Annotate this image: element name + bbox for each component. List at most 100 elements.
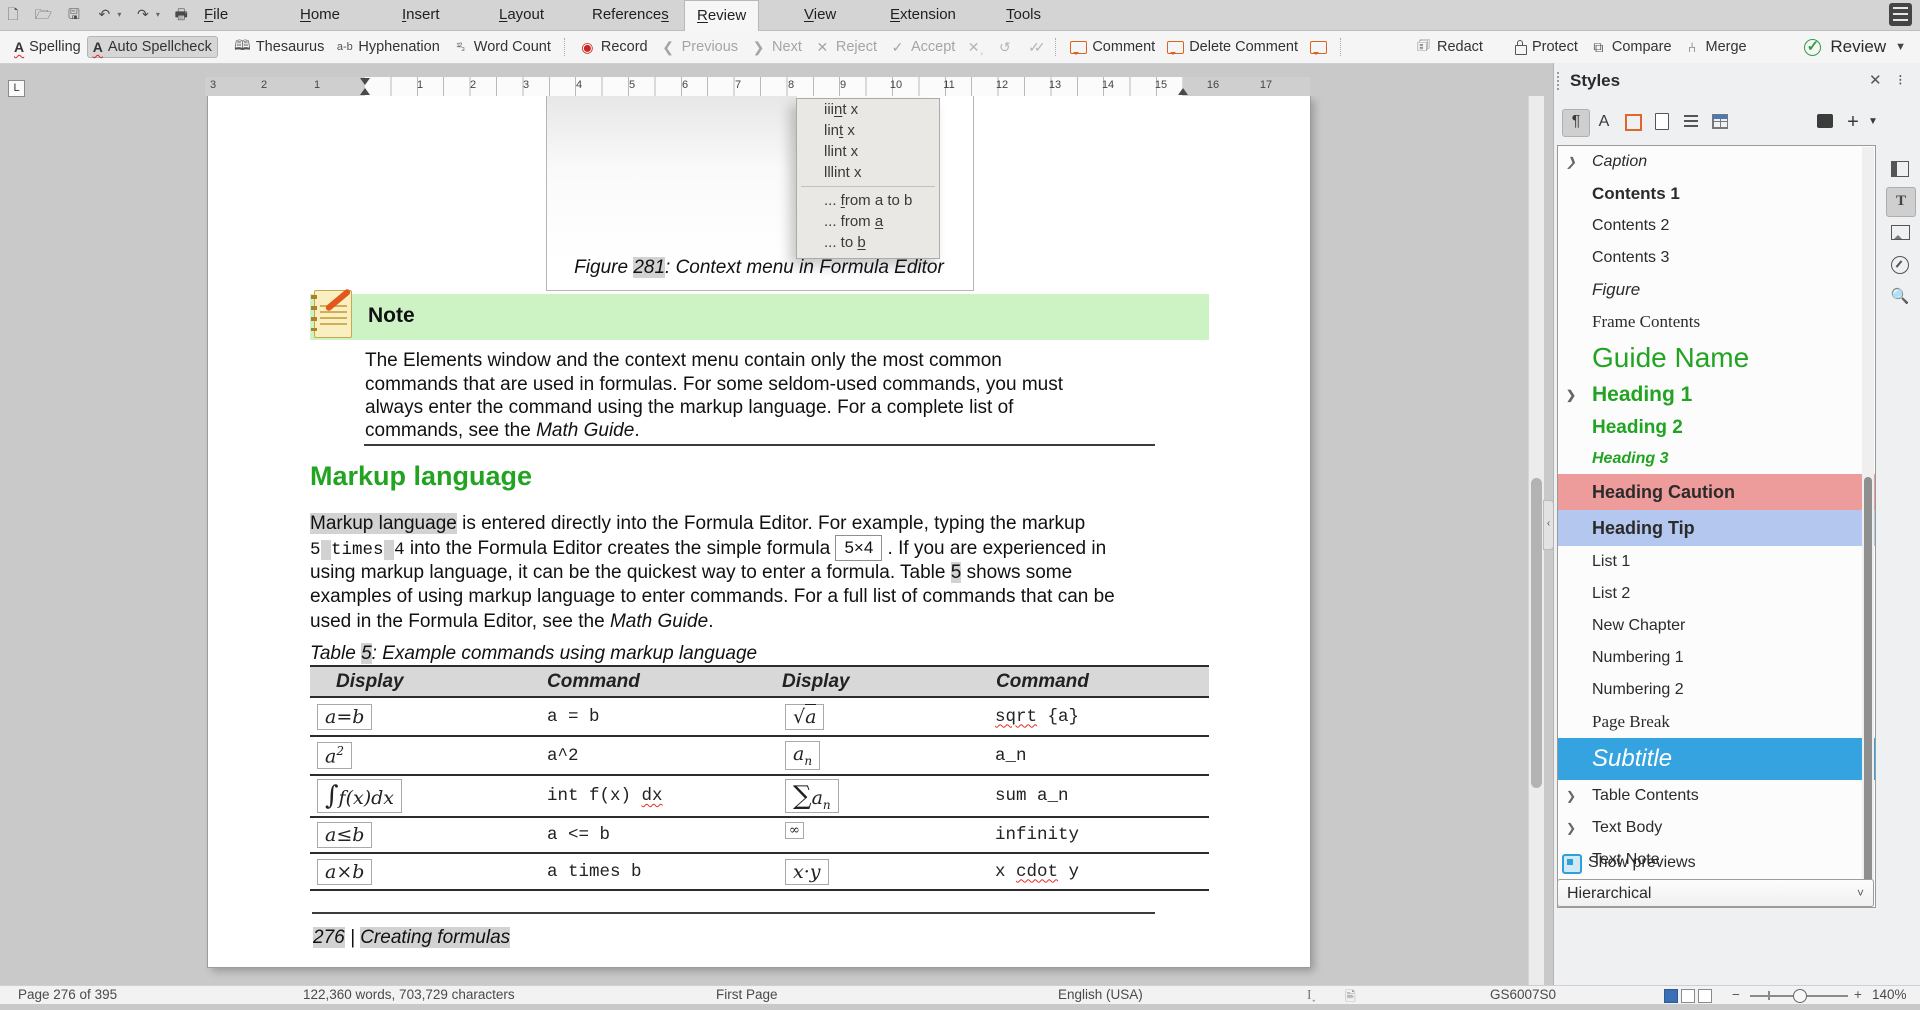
styles-list-scrollbar[interactable] (1862, 147, 1874, 906)
frame-styles-button[interactable] (1620, 109, 1646, 135)
first-line-indent-marker[interactable] (360, 78, 370, 85)
style-item-heading-3[interactable]: Heading 3 (1558, 444, 1875, 474)
expander-icon[interactable]: ❯ (1566, 780, 1576, 812)
table-styles-button[interactable] (1707, 109, 1733, 135)
tab-home[interactable]: Home (288, 0, 352, 30)
redo-icon[interactable]: ↷ (133, 4, 153, 24)
panel-menu-icon[interactable]: ⁝ (1898, 71, 1902, 89)
style-item-frame-contents[interactable]: Frame Contents (1558, 306, 1875, 338)
show-comments-button[interactable] (1304, 38, 1333, 57)
zoom-slider-thumb[interactable] (1793, 989, 1807, 1003)
right-indent-marker[interactable] (1178, 88, 1188, 95)
new-document-icon[interactable]: 🗋 (3, 4, 23, 24)
menubar-toggle-icon[interactable] (1889, 3, 1912, 26)
hyphenation-button[interactable]: a‑b Hyphenation (330, 36, 445, 58)
checkbox-checked-icon[interactable] (1562, 854, 1582, 874)
document-canvas[interactable]: iiint x lint x llint x lllint x ... from… (205, 96, 1525, 985)
protect-button[interactable]: Protect (1509, 36, 1584, 58)
style-item-page-break[interactable]: Page Break (1558, 706, 1875, 738)
paragraph-styles-button[interactable]: ¶ (1562, 109, 1590, 137)
insert-comment-button[interactable]: Comment (1064, 36, 1161, 58)
compare-button[interactable]: ⧉ Compare (1584, 36, 1678, 59)
multi-page-view-icon[interactable] (1681, 989, 1695, 1003)
zoom-out-icon[interactable]: − (1732, 987, 1740, 1002)
insert-mode-icon[interactable]: I˯ (1307, 987, 1316, 1003)
style-item-list-1[interactable]: List 1 (1558, 546, 1875, 578)
style-item-contents-2[interactable]: Contents 2 (1558, 210, 1875, 242)
tab-stop-selector[interactable]: L (8, 80, 25, 97)
notebookbar-mode-label[interactable]: Review (1830, 37, 1886, 57)
zoom-level-field[interactable]: 140% (1872, 987, 1907, 1002)
character-styles-button[interactable]: A (1591, 109, 1617, 135)
style-item-subtitle-selected[interactable]: Subtitle (1558, 738, 1875, 780)
tab-file[interactable]: File (192, 0, 240, 30)
style-item-figure[interactable]: Figure (1558, 274, 1875, 306)
formula-object[interactable]: a×b (317, 859, 372, 885)
sidebar-gallery-icon[interactable] (1886, 219, 1914, 247)
style-item-caption[interactable]: ❯Caption (1558, 146, 1875, 178)
language-field[interactable]: English (USA) (1058, 987, 1143, 1002)
style-item-heading-caution[interactable]: Heading Caution (1558, 474, 1875, 510)
style-item-guide-name[interactable]: Guide Name (1558, 338, 1875, 378)
tab-extension[interactable]: Extension (878, 0, 968, 30)
previous-change-button[interactable]: ❮ Previous (654, 36, 744, 59)
style-filter-dropdown[interactable]: Hierarchical ˅ (1557, 879, 1874, 907)
horizontal-ruler[interactable]: 3 2 1 1 2 3 4 5 6 7 8 9 10 11 12 13 14 1… (205, 77, 1310, 96)
formula-object[interactable]: ∑an (785, 779, 839, 814)
tab-review[interactable]: Review (684, 0, 759, 31)
save-icon[interactable]: 🖫 (64, 4, 84, 24)
tab-references[interactable]: References (580, 0, 681, 30)
delete-comment-button[interactable]: Delete Comment (1161, 36, 1304, 58)
undo-dropdown-icon[interactable]: ▾ (117, 10, 125, 19)
left-indent-marker[interactable] (360, 88, 370, 95)
sidebar-style-inspector-icon[interactable]: 🔍 (1886, 283, 1914, 311)
tab-view[interactable]: View (792, 0, 848, 30)
book-view-icon[interactable] (1698, 989, 1712, 1003)
formula-object[interactable]: ∫f(x)dx (317, 779, 402, 813)
formula-object[interactable]: x·y (785, 859, 829, 885)
page-count-field[interactable]: Page 276 of 395 (18, 987, 117, 1002)
style-item-list-2[interactable]: List 2 (1558, 578, 1875, 610)
style-item-numbering-2[interactable]: Numbering 2 (1558, 674, 1875, 706)
sidebar-styles-icon[interactable]: T (1886, 187, 1916, 217)
style-item-numbering-1[interactable]: Numbering 1 (1558, 642, 1875, 674)
tab-layout[interactable]: Layout (487, 0, 556, 30)
style-item-contents-3[interactable]: Contents 3 (1558, 242, 1875, 274)
accept-all-button[interactable]: ✓✓ (1019, 36, 1048, 59)
style-item-text-body[interactable]: ❯Text Body (1558, 812, 1875, 844)
formula-object[interactable]: a2 (317, 742, 352, 769)
single-page-view-icon[interactable] (1664, 989, 1678, 1003)
expander-icon[interactable]: ❯ (1566, 146, 1576, 178)
record-changes-button[interactable]: ◉ Record (573, 36, 654, 59)
signature-field[interactable]: GS6007S0 (1490, 987, 1556, 1002)
figure-frame[interactable]: iiint x lint x llint x lllint x ... from… (546, 96, 974, 291)
redact-button[interactable]: 🗊 Redact (1409, 32, 1489, 62)
page-styles-button[interactable] (1649, 109, 1675, 135)
scrollbar-thumb[interactable] (1531, 478, 1542, 788)
style-item-heading-1[interactable]: ❯Heading 1 (1558, 378, 1875, 412)
sidebar-navigator-icon[interactable] (1886, 251, 1914, 279)
formula-object[interactable]: a=b (317, 704, 372, 730)
expander-icon[interactable]: ❯ (1566, 812, 1576, 844)
reject-all-button[interactable]: ✕⸒ (961, 35, 990, 60)
document-modified-icon[interactable]: 🖹 (1345, 987, 1356, 1010)
formula-object[interactable]: a≤b (317, 822, 372, 848)
list-styles-button[interactable] (1678, 109, 1704, 135)
next-change-button[interactable]: ❯ Next (744, 36, 808, 59)
open-file-icon[interactable]: 🗁 (33, 4, 53, 24)
formula-object[interactable]: an (785, 741, 820, 770)
close-icon[interactable]: ✕ (1869, 71, 1882, 89)
formula-object[interactable]: ∞ (785, 822, 804, 839)
expander-icon[interactable]: ❯ (1566, 378, 1576, 412)
style-item-new-chapter[interactable]: New Chapter (1558, 610, 1875, 642)
vertical-scrollbar[interactable] (1528, 96, 1544, 985)
style-item-table-contents[interactable]: ❯Table Contents (1558, 780, 1875, 812)
page-style-field[interactable]: First Page (716, 987, 778, 1002)
word-count-field[interactable]: 122,360 words, 703,729 characters (303, 987, 515, 1002)
accept-change-button[interactable]: ✓ Accept (883, 36, 961, 59)
tab-insert[interactable]: Insert (390, 0, 452, 30)
track-changes-options-button[interactable]: ↺ (990, 36, 1019, 59)
mode-dropdown-icon[interactable]: ▼ (1895, 41, 1906, 53)
style-item-heading-2[interactable]: Heading 2 (1558, 412, 1875, 444)
spelling-button[interactable]: A Spelling (8, 36, 87, 58)
